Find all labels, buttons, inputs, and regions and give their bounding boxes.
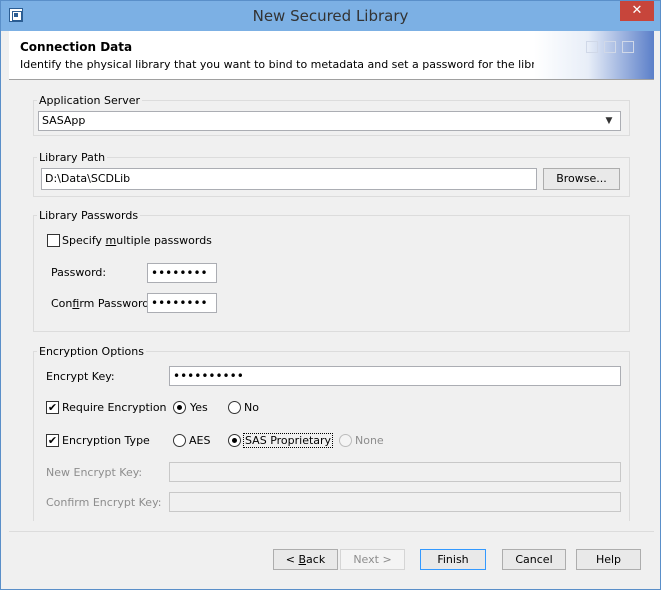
chevron-down-icon[interactable]: ▼ [602, 114, 616, 128]
none-label: None [355, 434, 384, 447]
new-encrypt-key-label: New Encrypt Key: [46, 466, 143, 479]
browse-button[interactable]: Browse... [543, 168, 620, 190]
page-description: Identify the physical library that you w… [20, 58, 554, 71]
footer-divider [9, 531, 654, 532]
dialog-window: New Secured Library ✕ Connection Data Id… [0, 0, 661, 590]
banner-decoration [534, 31, 654, 79]
encryption-type-checkbox[interactable]: ✔ [46, 434, 59, 447]
new-encrypt-key-input[interactable] [169, 462, 621, 482]
library-path-legend: Library Path [39, 151, 106, 164]
sas-proprietary-radio[interactable] [228, 434, 241, 447]
sas-proprietary-label: SAS Proprietary [243, 433, 334, 448]
cancel-button[interactable]: Cancel [502, 549, 566, 570]
dialog-body: Connection Data Identify the physical li… [9, 31, 654, 583]
password-input[interactable]: •••••••• [147, 263, 217, 283]
page-title: Connection Data [20, 40, 133, 54]
password-label: Password: [51, 266, 107, 279]
specify-multiple-passwords-label: Specify multiple passwords [62, 234, 212, 247]
encryption-options-legend: Encryption Options [39, 345, 144, 358]
window-title: New Secured Library [252, 7, 409, 25]
confirm-encrypt-key-input[interactable] [169, 492, 621, 512]
decoration-square-icon [586, 41, 598, 53]
aes-radio[interactable] [173, 434, 186, 447]
require-yes-radio[interactable] [173, 401, 186, 414]
confirm-password-label: Confirm Password: [51, 297, 153, 310]
finish-button[interactable]: Finish [420, 549, 486, 570]
require-no-label: No [244, 401, 259, 414]
aes-label: AES [189, 434, 211, 447]
title-bar[interactable]: New Secured Library ✕ [1, 1, 660, 31]
back-button[interactable]: < Back [273, 549, 338, 570]
encryption-type-label: Encryption Type [62, 434, 150, 447]
decoration-square-icon [622, 41, 634, 53]
help-button[interactable]: Help [576, 549, 641, 570]
specify-multiple-passwords-checkbox[interactable] [47, 234, 60, 247]
require-no-radio[interactable] [228, 401, 241, 414]
close-button[interactable]: ✕ [620, 1, 654, 21]
confirm-password-input[interactable]: •••••••• [147, 293, 217, 313]
encrypt-key-input[interactable]: •••••••••• [169, 366, 621, 386]
next-button[interactable]: Next > [340, 549, 405, 570]
library-path-input[interactable]: D:\Data\SCDLib [41, 168, 537, 190]
decoration-square-icon [604, 41, 616, 53]
library-passwords-legend: Library Passwords [39, 209, 139, 222]
library-passwords-group: Library Passwords [33, 209, 630, 332]
application-server-value: SASApp [42, 114, 86, 127]
wizard-banner: Connection Data Identify the physical li… [9, 31, 654, 80]
application-server-select[interactable]: SASApp ▼ [38, 111, 621, 131]
require-yes-label: Yes [190, 401, 208, 414]
application-server-legend: Application Server [39, 94, 141, 107]
confirm-encrypt-key-label: Confirm Encrypt Key: [46, 496, 162, 509]
require-encryption-label: Require Encryption [62, 401, 167, 414]
require-encryption-checkbox[interactable]: ✔ [46, 401, 59, 414]
encrypt-key-label: Encrypt Key: [46, 370, 115, 383]
none-radio[interactable] [339, 434, 352, 447]
